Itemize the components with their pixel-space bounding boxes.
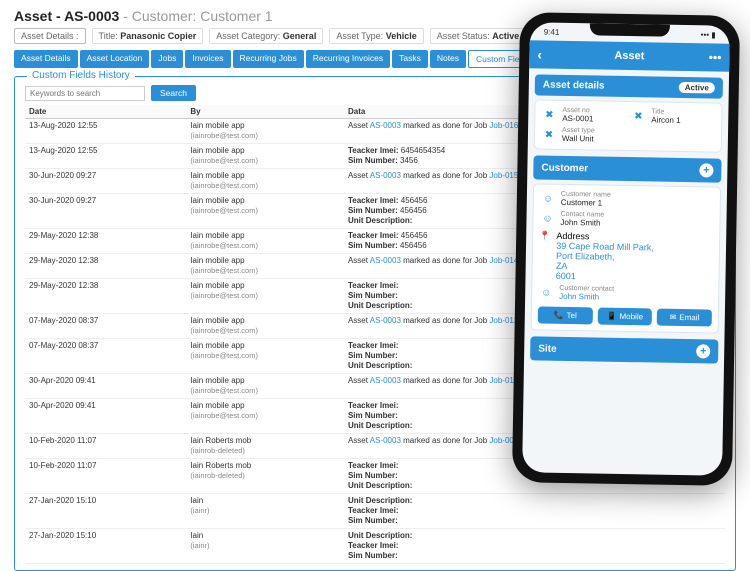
plus-icon[interactable]: + (699, 163, 713, 177)
table-row: 27-Jan-2020 15:10Iain(iainr)Unit Descrip… (25, 494, 725, 529)
person-icon: ☺ (540, 190, 556, 206)
panel-title: Custom Fields History (27, 70, 135, 81)
app-title: Asset (614, 50, 644, 63)
customer-card: ☺Customer nameCustomer 1 ☺Contact nameJo… (531, 183, 722, 333)
tool-icon: ✖ (630, 108, 646, 124)
asset-type-chip: Asset Type: Vehicle (329, 28, 423, 44)
tab-recurring-invoices[interactable]: Recurring Invoices (306, 50, 390, 68)
back-icon[interactable]: ‹ (537, 46, 542, 62)
tool-icon: ✖ (541, 127, 557, 143)
tab-tasks[interactable]: Tasks (392, 50, 428, 68)
person-icon: ☺ (538, 284, 554, 300)
plus-icon[interactable]: + (696, 344, 710, 358)
tel-button[interactable]: 📞 Tel (538, 306, 593, 324)
tab-jobs[interactable]: Jobs (151, 50, 183, 68)
contact-link[interactable]: John Smith (559, 292, 614, 302)
tab-asset-location[interactable]: Asset Location (80, 50, 150, 68)
column-header: By (186, 105, 344, 119)
app-header: ‹ Asset ••• (529, 40, 729, 71)
site-header[interactable]: Site + (530, 336, 718, 363)
tab-recurring-jobs[interactable]: Recurring Jobs (233, 50, 304, 68)
more-icon[interactable]: ••• (709, 50, 722, 64)
email-button[interactable]: ✉ Email (657, 309, 712, 327)
table-row: 27-Jan-2020 15:10Iain(iainr)Unit Descrip… (25, 529, 725, 564)
customer-header[interactable]: Customer + (533, 155, 721, 182)
address-link[interactable]: 39 Cape Road Mill Park, Port Elizabeth, … (556, 241, 654, 283)
asset-status-chip: Asset Status: Active (430, 28, 527, 44)
phone-notch (590, 23, 670, 36)
search-button[interactable]: Search (151, 85, 196, 101)
status-badge: Active (679, 82, 715, 94)
tab-notes[interactable]: Notes (430, 50, 466, 68)
asset-category-chip: Asset Category: General (209, 28, 323, 44)
tab-asset-details[interactable]: Asset Details (14, 50, 78, 68)
asset-details-chip[interactable]: Asset Details : (14, 28, 86, 44)
asset-details-header[interactable]: Asset details Active (535, 74, 723, 98)
tool-icon: ✖ (541, 107, 557, 123)
phone-mockup: 9:41••• ▮ ‹ Asset ••• Asset details Acti… (512, 12, 740, 486)
mobile-button[interactable]: 📱 Mobile (597, 308, 652, 326)
search-input[interactable] (25, 86, 145, 101)
asset-title-chip: Title: Panasonic Copier (92, 28, 204, 44)
asset-details-card: ✖Asset noAS-0001 ✖TitleAircon 1 ✖Asset t… (534, 99, 723, 152)
pin-icon: 📍 (538, 230, 550, 280)
column-header: Date (25, 105, 186, 119)
person-icon: ☺ (539, 210, 555, 226)
tab-invoices[interactable]: Invoices (185, 50, 230, 68)
